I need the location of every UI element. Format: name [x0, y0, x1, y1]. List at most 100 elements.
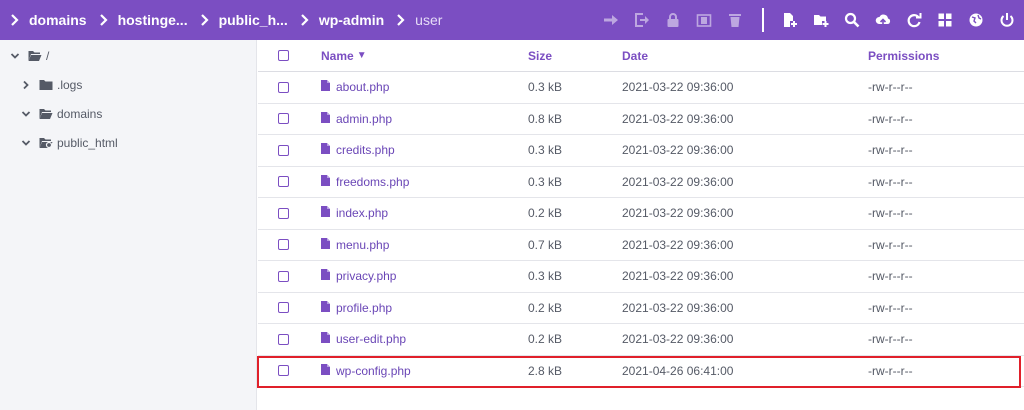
breadcrumb-item[interactable]: domains: [10, 12, 87, 28]
table-row[interactable]: menu.php 0.7 kB 2021-03-22 09:36:00 -rw-r--…: [258, 230, 1024, 261]
tree-item-label: domains: [57, 107, 103, 121]
toolbar-actions: [589, 0, 1016, 40]
tree-item-logs[interactable]: .logs: [21, 75, 82, 95]
tree-item-label: .logs: [57, 78, 83, 92]
file-size: 0.2 kB: [528, 300, 563, 315]
tree-item-domains[interactable]: domains: [21, 104, 102, 124]
move-icon[interactable]: [602, 11, 620, 29]
file-name[interactable]: user-edit.php: [336, 332, 406, 346]
chevron-right-icon: [301, 14, 309, 26]
file-name[interactable]: admin.php: [336, 112, 392, 126]
file-date: 2021-03-22 09:36:00: [622, 269, 734, 284]
file-name-cell[interactable]: admin.php: [321, 104, 392, 135]
file-icon: [321, 80, 330, 92]
table-row[interactable]: admin.php 0.8 kB 2021-03-22 09:36:00 -rw-r-…: [258, 104, 1024, 135]
file-date: 2021-03-22 09:36:00: [622, 300, 734, 315]
table-row[interactable]: profile.php 0.2 kB 2021-03-22 09:36:00 -rw-…: [258, 293, 1024, 324]
tree-item-root[interactable]: /: [10, 46, 49, 66]
grid-view-icon[interactable]: [936, 11, 954, 29]
folder-open-icon: [28, 51, 42, 61]
file-table: Name ▼ Size Date Permissions about.php 0.…: [258, 40, 1024, 410]
file-size: 0.3 kB: [528, 269, 563, 284]
column-header-name[interactable]: Name ▼: [321, 40, 367, 71]
file-name-cell[interactable]: profile.php: [321, 293, 392, 324]
file-icon: [321, 174, 330, 186]
table-row[interactable]: wp-config.php 2.8 kB 2021-04-26 06:41:00 -r…: [258, 356, 1024, 387]
tree-item-public-html[interactable]: public_html: [21, 133, 118, 153]
file-name[interactable]: privacy.php: [336, 269, 396, 283]
column-header-name-label: Name: [321, 48, 354, 63]
breadcrumb-item[interactable]: public_h...: [200, 12, 288, 28]
trash-icon[interactable]: [726, 11, 744, 29]
upload-icon[interactable]: [874, 11, 892, 29]
file-size: 0.3 kB: [528, 143, 563, 158]
file-icon: [321, 300, 330, 312]
exit-icon[interactable]: [633, 11, 651, 29]
chevron-right-icon[interactable]: [21, 80, 31, 90]
breadcrumb-label: user: [415, 12, 443, 28]
breadcrumb-item[interactable]: hostinge...: [99, 12, 188, 28]
breadcrumb: domains hostinge... public_h... wp-admin…: [10, 0, 454, 40]
globe-icon[interactable]: [967, 11, 985, 29]
row-checkbox[interactable]: [278, 81, 289, 93]
new-folder-icon[interactable]: [812, 11, 830, 29]
column-header-size[interactable]: Size: [528, 40, 552, 71]
row-checkbox[interactable]: [278, 302, 289, 314]
table-row[interactable]: user-edit.php 0.2 kB 2021-03-22 09:36:00 -r…: [258, 324, 1024, 356]
file-name-cell[interactable]: privacy.php: [321, 261, 396, 292]
new-file-icon[interactable]: [781, 11, 799, 29]
file-name-cell[interactable]: about.php: [321, 72, 389, 103]
lock-icon[interactable]: [664, 11, 682, 29]
file-name-cell[interactable]: index.php: [321, 198, 388, 229]
row-checkbox[interactable]: [278, 365, 289, 377]
chevron-down-icon[interactable]: [21, 138, 31, 148]
row-checkbox[interactable]: [278, 144, 289, 156]
search-icon[interactable]: [843, 11, 861, 29]
breadcrumb-label: hostinge...: [117, 12, 188, 28]
file-name-cell[interactable]: credits.php: [321, 135, 395, 166]
refresh-icon[interactable]: [905, 11, 923, 29]
file-name[interactable]: menu.php: [336, 238, 389, 252]
file-size: 0.3 kB: [528, 174, 563, 189]
chevron-down-icon[interactable]: [10, 51, 20, 61]
file-name-cell[interactable]: user-edit.php: [321, 324, 406, 355]
breadcrumb-item[interactable]: wp-admin: [300, 12, 384, 28]
file-date: 2021-04-26 06:41:00: [622, 363, 734, 378]
table-row[interactable]: credits.php 0.3 kB 2021-03-22 09:36:00 -rw-…: [258, 135, 1024, 167]
file-size: 0.2 kB: [528, 206, 563, 221]
breadcrumb-label: public_h...: [218, 12, 288, 28]
file-size: 0.7 kB: [528, 237, 563, 252]
column-header-permissions[interactable]: Permissions: [868, 40, 939, 71]
file-date: 2021-03-22 09:36:00: [622, 174, 734, 189]
table-row[interactable]: index.php 0.2 kB 2021-03-22 09:36:00 -rw-r-…: [258, 198, 1024, 230]
table-row[interactable]: privacy.php 0.3 kB 2021-03-22 09:36:00 -rw-…: [258, 261, 1024, 293]
table-row[interactable]: freedoms.php 0.3 kB 2021-03-22 09:36:00 -rw…: [258, 167, 1024, 198]
select-all-checkbox[interactable]: [278, 50, 289, 61]
row-checkbox[interactable]: [278, 239, 289, 251]
row-checkbox[interactable]: [278, 270, 289, 282]
file-name[interactable]: index.php: [336, 206, 388, 220]
row-checkbox[interactable]: [278, 333, 289, 345]
archive-icon[interactable]: [695, 11, 713, 29]
file-name[interactable]: about.php: [336, 80, 389, 94]
chevron-down-icon[interactable]: [21, 109, 31, 119]
chevron-right-icon: [397, 14, 405, 26]
power-icon[interactable]: [998, 11, 1016, 29]
file-name[interactable]: profile.php: [336, 301, 392, 315]
file-icon: [321, 269, 330, 281]
sort-desc-icon: ▼: [356, 50, 367, 61]
file-name-cell[interactable]: freedoms.php: [321, 167, 409, 198]
file-name[interactable]: credits.php: [336, 143, 395, 157]
row-checkbox[interactable]: [278, 176, 289, 188]
file-name[interactable]: wp-config.php: [336, 364, 411, 378]
file-name-cell[interactable]: wp-config.php: [321, 356, 411, 387]
table-row[interactable]: about.php 0.3 kB 2021-03-22 09:36:00 -rw-r-…: [258, 72, 1024, 104]
row-checkbox[interactable]: [278, 207, 289, 219]
row-checkbox[interactable]: [278, 113, 289, 125]
file-name[interactable]: freedoms.php: [336, 175, 409, 189]
file-size: 0.8 kB: [528, 111, 563, 126]
column-header-date[interactable]: Date: [622, 40, 648, 71]
file-name-cell[interactable]: menu.php: [321, 230, 389, 261]
file-permissions: -rw-r--r--: [868, 80, 913, 95]
file-icon: [321, 143, 330, 155]
